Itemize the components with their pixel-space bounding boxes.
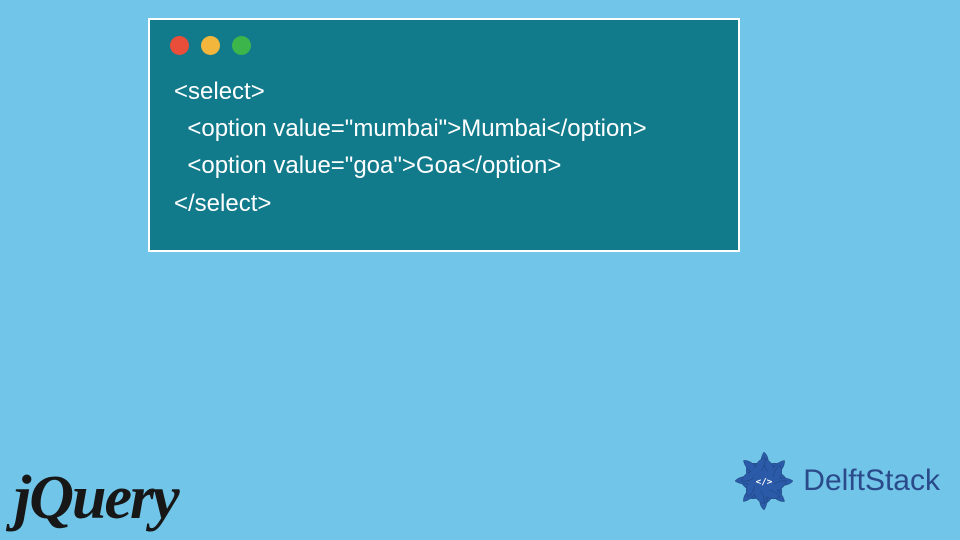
svg-text:</>: </> [756, 476, 773, 487]
delftstack-label: DelftStack [803, 464, 940, 498]
window-titlebar [150, 20, 738, 63]
code-line: <option value="mumbai">Mumbai</option> [174, 115, 647, 142]
minimize-icon[interactable] [201, 36, 220, 55]
close-icon[interactable] [170, 36, 189, 55]
delftstack-logo: </> DelftStack [731, 448, 940, 514]
jquery-logo: jQuery [14, 463, 178, 534]
delftstack-icon: </> [731, 448, 797, 514]
code-line: <select> [174, 78, 265, 105]
code-line: </select> [174, 190, 271, 217]
code-line: <option value="goa">Goa</option> [174, 152, 561, 179]
code-window: <select> <option value="mumbai">Mumbai</… [148, 18, 740, 252]
zoom-icon[interactable] [232, 36, 251, 55]
code-block: <select> <option value="mumbai">Mumbai</… [150, 63, 738, 230]
